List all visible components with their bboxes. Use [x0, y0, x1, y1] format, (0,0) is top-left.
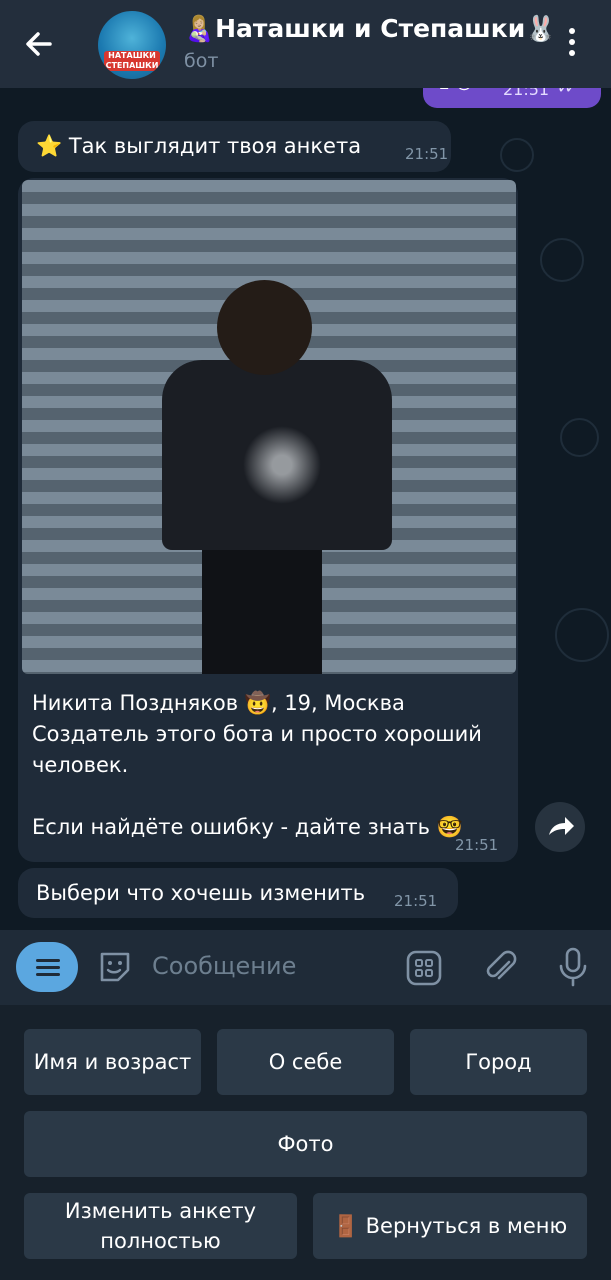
- message-input[interactable]: Сообщение: [152, 952, 296, 980]
- outgoing-time: 21:51: [503, 88, 550, 99]
- outgoing-message[interactable]: 2 😇 21:51 ✓✓: [423, 88, 601, 108]
- profile-about-line: человек.: [32, 753, 129, 777]
- attach-icon[interactable]: [481, 948, 519, 988]
- double-check-icon: ✓✓: [557, 88, 578, 97]
- keyboard-button-city[interactable]: Город: [410, 1029, 587, 1095]
- message-time: 21:51: [455, 836, 499, 854]
- share-arrow-icon: [549, 817, 574, 835]
- microphone-icon[interactable]: [555, 946, 591, 988]
- profile-note-line: Если найдёте ошибку - дайте знать 🤓: [32, 815, 463, 839]
- sticker-icon[interactable]: [96, 948, 134, 986]
- chat-subtitle: бот: [184, 50, 219, 72]
- message-text: ⭐ Так выглядит твоя анкета: [36, 134, 362, 158]
- outgoing-text: 2 😇: [439, 88, 473, 94]
- keyboard-button-edit-full[interactable]: Изменить анкету полностью: [24, 1193, 297, 1259]
- message-bubble-choose[interactable]: Выбери что хочешь изменить 21:51: [18, 868, 458, 918]
- input-bar: Сообщение: [0, 930, 611, 1005]
- profile-name-line: Никита Поздняков 🤠, 19, Москва: [32, 691, 405, 715]
- profile-about-line: Создатель этого бота и просто хороший: [32, 722, 482, 746]
- keyboard-button-about[interactable]: О себе: [217, 1029, 394, 1095]
- message-list[interactable]: 2 😇 21:51 ✓✓ ⭐ Так выглядит твоя анкета …: [0, 88, 611, 930]
- empty-line: [32, 781, 482, 812]
- chat-header: НАТАШКИ СТЕПАШКИ 👩🏼‍🍼Наташки и Степашки🐰…: [0, 0, 611, 88]
- back-arrow-icon[interactable]: [20, 24, 64, 64]
- message-time: 21:51: [405, 145, 449, 163]
- bot-menu-button[interactable]: [16, 942, 78, 992]
- message-bubble-preview-header[interactable]: ⭐ Так выглядит твоя анкета 21:51: [18, 121, 451, 172]
- message-time: 21:51: [394, 892, 438, 910]
- keyboard-button-photo[interactable]: Фото: [24, 1111, 587, 1177]
- message-text: Выбери что хочешь изменить: [36, 881, 366, 905]
- avatar-logo-text: НАТАШКИ СТЕПАШКИ: [104, 51, 160, 71]
- keyboard-button-name-age[interactable]: Имя и возраст: [24, 1029, 201, 1095]
- bot-avatar[interactable]: НАТАШКИ СТЕПАШКИ: [98, 11, 166, 79]
- more-options-icon[interactable]: [562, 28, 582, 62]
- share-button[interactable]: [535, 802, 585, 852]
- bot-keyboard-icon[interactable]: [405, 949, 443, 987]
- chat-title[interactable]: 👩🏼‍🍼Наташки и Степашки🐰: [184, 14, 556, 44]
- reply-keyboard: Имя и возраст О себе Город Фото Изменить…: [0, 1005, 611, 1280]
- profile-photo[interactable]: [22, 180, 516, 674]
- profile-description: Никита Поздняков 🤠, 19, Москва Создатель…: [32, 688, 482, 843]
- keyboard-button-back-to-menu[interactable]: 🚪 Вернуться в меню: [313, 1193, 587, 1259]
